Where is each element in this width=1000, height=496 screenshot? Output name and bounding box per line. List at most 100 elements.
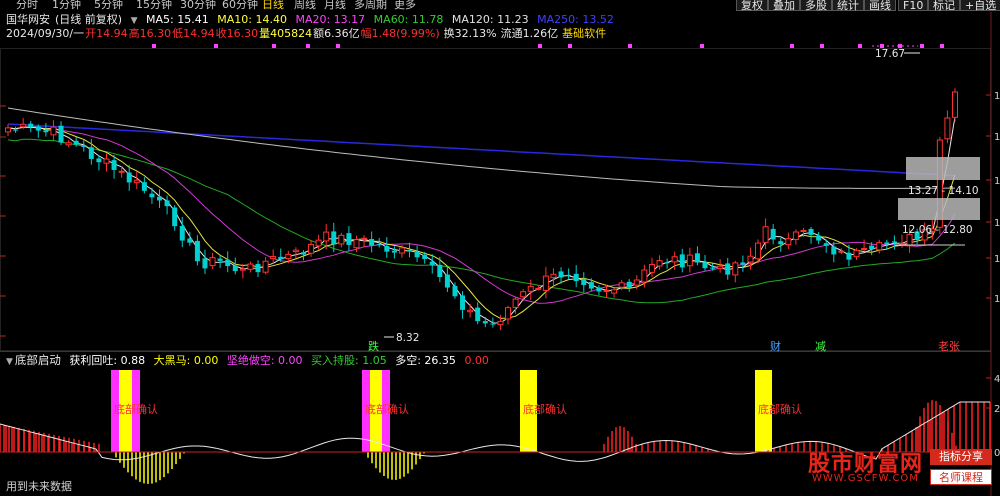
price-zone-lower — [898, 198, 980, 220]
candle-body — [270, 256, 277, 260]
candle-body — [671, 256, 678, 263]
candle-body — [611, 289, 618, 294]
signal-dot — [214, 44, 218, 48]
candle-body — [747, 255, 754, 263]
candle-body — [331, 231, 337, 245]
candle-body — [452, 286, 458, 297]
candle-body — [550, 273, 557, 279]
candle-body — [686, 254, 693, 267]
candle-body — [414, 251, 420, 258]
candle-body — [65, 142, 72, 146]
candle-body — [853, 249, 860, 258]
signal-dot — [820, 44, 824, 48]
candle-body — [664, 262, 670, 264]
candle-body — [460, 295, 466, 310]
ma20-line — [7, 126, 956, 304]
signal-dot — [628, 44, 632, 48]
candle-body — [497, 320, 504, 326]
candle-body — [239, 268, 246, 271]
candle-body — [755, 242, 762, 260]
right-axis-label: 1 — [994, 132, 1000, 143]
signal-dot — [538, 44, 542, 48]
candle-body — [861, 248, 868, 251]
label-zone-lower: 12.06 - 12.80 — [902, 224, 973, 236]
candle-body — [846, 252, 852, 260]
candle-body — [88, 147, 94, 159]
signal-dot — [306, 44, 310, 48]
candle-body — [490, 323, 496, 325]
candle-body — [778, 241, 784, 245]
signal-dot — [568, 44, 572, 48]
candle-body — [398, 247, 405, 254]
candle-body — [944, 117, 951, 140]
candle-body — [542, 275, 549, 291]
candle-body — [292, 249, 299, 253]
candle-body — [43, 130, 49, 133]
candle-body — [361, 237, 368, 240]
candle-body — [566, 274, 572, 276]
candle-body — [81, 145, 87, 147]
candle-body — [111, 160, 117, 170]
marker-reduce: 减 — [815, 340, 826, 352]
label-high-price: 17.67 — [875, 48, 905, 60]
candle-body — [96, 158, 102, 163]
marker-finance: 财 — [770, 339, 781, 352]
candle-body — [785, 238, 792, 246]
candle-body — [573, 273, 579, 282]
candle-body — [906, 233, 913, 247]
signal-label-bottom: 底部确认 — [758, 402, 802, 416]
right-axis-label: 1 — [994, 294, 1000, 305]
sub-axis-label: 2 — [994, 404, 1000, 415]
right-axis-label: 1 — [994, 218, 1000, 229]
watermark-tag-course: 名师课程 — [930, 469, 992, 485]
candle-body — [179, 225, 185, 241]
candle-body — [648, 264, 655, 273]
candle-body — [300, 252, 306, 255]
signal-dot — [700, 44, 704, 48]
candle-body — [869, 245, 875, 250]
candle-body — [800, 229, 807, 232]
candle-body — [831, 246, 837, 255]
candle-body — [35, 126, 41, 131]
ma5-line — [7, 116, 956, 324]
candle-body — [618, 282, 625, 288]
candle-body — [407, 249, 413, 252]
candle-body — [315, 239, 322, 247]
label-zone-upper: 13.27 - 14.10 — [908, 185, 979, 197]
signal-dot — [920, 44, 924, 48]
right-axis-label: 1 — [994, 254, 1000, 265]
candle-body — [28, 123, 34, 127]
candle-body — [467, 309, 474, 313]
candlestick-chart[interactable]: 1 1 1 1 1 1 17.67 8.32 13.27 - 14.10 12.06 - 12.8… — [0, 0, 1000, 352]
candle-body — [262, 260, 269, 273]
candle-body — [725, 263, 731, 275]
candle-body — [626, 281, 632, 288]
candle-body — [437, 264, 443, 278]
candle-body — [149, 193, 155, 198]
candle-body — [633, 279, 640, 286]
candle-body — [187, 238, 193, 243]
signal-label-bottom: 底部确认 — [114, 402, 158, 416]
watermark-url: WWW.GSCFW.COM — [812, 473, 919, 484]
candle-body — [232, 265, 238, 272]
ma60-line — [7, 138, 956, 304]
candle-body — [429, 261, 435, 266]
candle-body — [20, 123, 27, 128]
candle-body — [13, 129, 19, 131]
candle-body — [346, 233, 352, 245]
candle-body — [209, 257, 216, 267]
candle-body — [792, 231, 799, 240]
marker-laozhang: 老张 — [938, 340, 960, 352]
signal-dot — [272, 44, 276, 48]
candle-body — [126, 172, 132, 183]
candle-body — [58, 125, 64, 143]
candle-body — [194, 240, 200, 262]
candle-body — [520, 291, 527, 298]
candle-body — [558, 271, 564, 278]
candle-body — [505, 307, 512, 320]
candle-body — [376, 244, 382, 246]
candle-body — [527, 285, 534, 292]
candle-body — [164, 200, 170, 207]
candle-body — [103, 158, 110, 164]
candle-body — [740, 262, 746, 265]
